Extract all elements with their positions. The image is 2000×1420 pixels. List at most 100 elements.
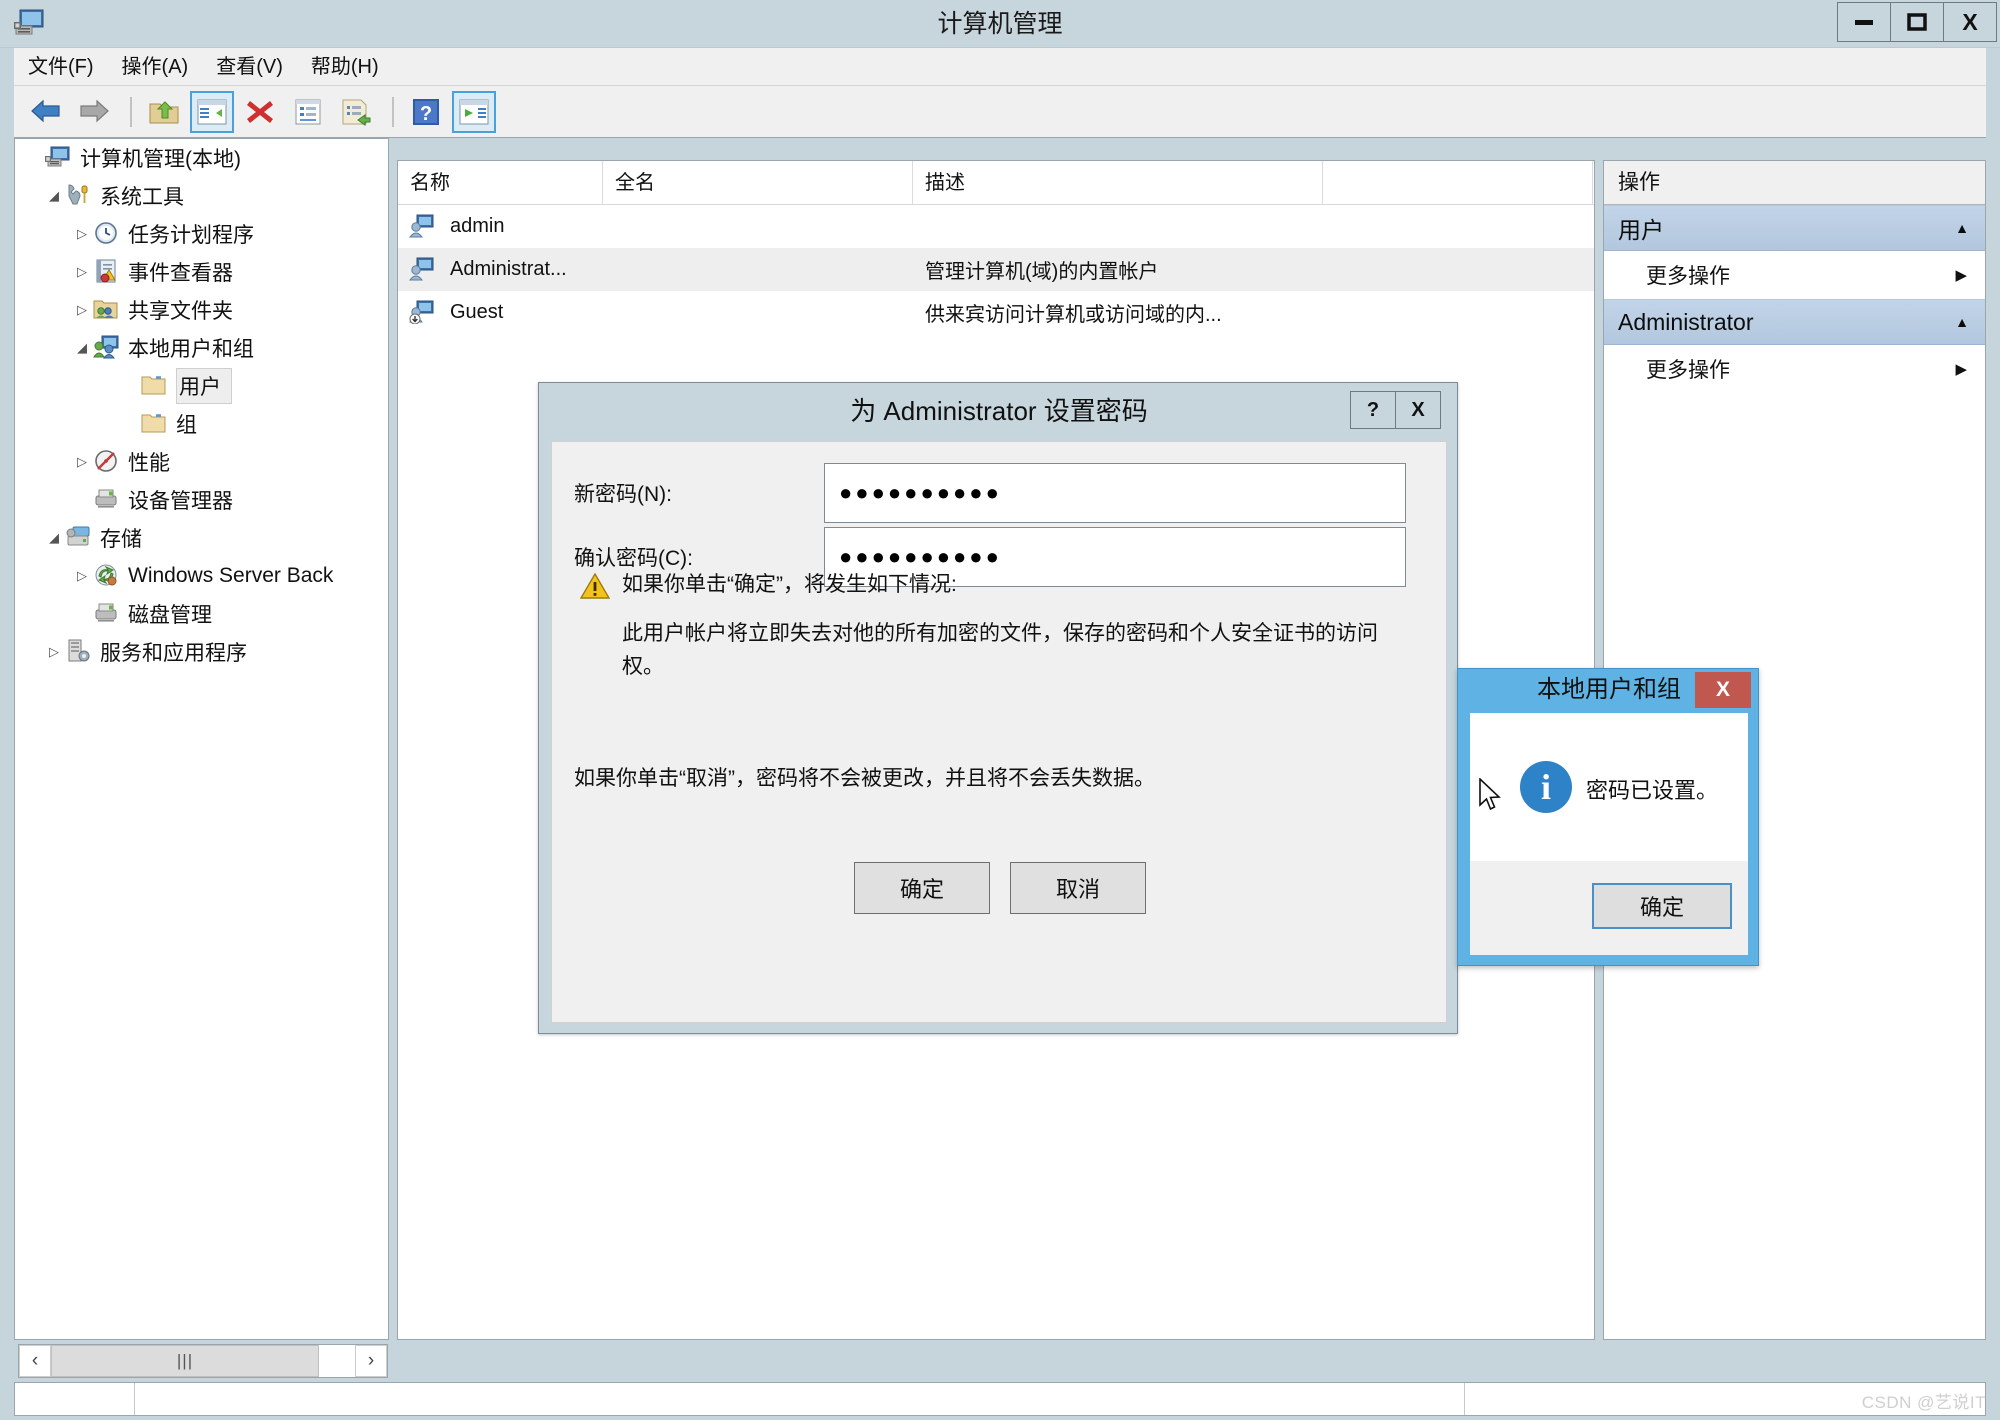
menu-file[interactable]: 文件(F): [14, 48, 108, 86]
tree-horizontal-scrollbar[interactable]: ‹ ||| ›: [18, 1344, 388, 1378]
tree-item-12[interactable]: 磁盘管理: [15, 595, 388, 633]
dialog-cancel-button[interactable]: 取消: [1010, 862, 1146, 914]
column-header-3[interactable]: [1323, 161, 1593, 205]
tree-item-label: 设备管理器: [128, 490, 233, 513]
column-header-0[interactable]: 名称: [398, 161, 603, 205]
table-row[interactable]: admin: [398, 205, 1594, 248]
action-item-more-actions[interactable]: 更多操作 ▶: [1604, 345, 1985, 393]
delete-icon[interactable]: [238, 91, 282, 133]
disk-management-icon: [93, 601, 121, 627]
set-password-dialog: 为 Administrator 设置密码 ? X 新密码(N): ●●●●●●●…: [538, 382, 1458, 1034]
tree-item-label: 计算机管理(本地): [80, 148, 241, 171]
table-row[interactable]: Administrat... 管理计算机(域)的内置帐户: [398, 248, 1594, 291]
expander-collapsed-icon[interactable]: ▷: [71, 264, 93, 280]
toolbar: ?: [14, 86, 1986, 138]
warning-triangle-icon: [579, 572, 611, 600]
message-box-ok-button[interactable]: 确定: [1592, 883, 1732, 929]
scroll-right-button[interactable]: ›: [355, 1345, 387, 1377]
expander-collapsed-icon[interactable]: ▷: [71, 568, 93, 584]
table-row[interactable]: Guest 供来宾访问计算机或访问域的内...: [398, 291, 1594, 334]
help-icon[interactable]: ?: [404, 91, 448, 133]
up-folder-icon[interactable]: [142, 91, 186, 133]
expander-expanded-icon[interactable]: ◢: [43, 530, 65, 546]
warning-line-3: 如果你单击“取消”，密码将不会被更改，并且将不会丢失数据。: [574, 767, 1155, 790]
tree-item-label: 服务和应用程序: [100, 642, 247, 665]
column-header-2[interactable]: 描述: [913, 161, 1323, 205]
dialog-close-button[interactable]: X: [1395, 391, 1441, 429]
cell-name: admin: [450, 215, 505, 237]
actions-header: 操作: [1604, 161, 1985, 205]
dialog-ok-button[interactable]: 确定: [854, 862, 990, 914]
window-controls: X: [1837, 2, 1997, 42]
menu-help[interactable]: 帮助(H): [297, 48, 393, 86]
tree-item-8[interactable]: ▷ 性能: [15, 443, 388, 481]
tree-item-11[interactable]: ▷ Windows Server Back: [15, 557, 388, 595]
dialog-help-button[interactable]: ?: [1350, 391, 1396, 429]
action-item-more-actions[interactable]: 更多操作 ▶: [1604, 251, 1985, 299]
message-box-close-button[interactable]: X: [1695, 672, 1751, 708]
expander-collapsed-icon[interactable]: ▷: [71, 454, 93, 470]
menu-view[interactable]: 查看(V): [202, 48, 297, 86]
tree-item-label: 共享文件夹: [128, 300, 233, 323]
performance-icon: [93, 449, 121, 475]
cell-name: Guest: [450, 301, 504, 323]
tree-item-10[interactable]: ◢ 存储: [15, 519, 388, 557]
chevron-up-icon[interactable]: ▲: [1955, 220, 1969, 236]
action-item-label: 更多操作: [1646, 265, 1730, 288]
title-bar: 计算机管理 X: [0, 0, 2000, 48]
column-header-1[interactable]: 全名: [603, 161, 913, 205]
message-box-footer: 确定: [1470, 861, 1748, 955]
new-password-input[interactable]: ●●●●●●●●●●: [824, 463, 1406, 523]
storage-icon: [65, 525, 93, 551]
event-viewer-icon: [93, 259, 121, 285]
scroll-thumb[interactable]: |||: [51, 1345, 319, 1377]
tree-item-0[interactable]: 计算机管理(本地): [15, 139, 388, 177]
chevron-up-icon[interactable]: ▲: [1955, 314, 1969, 330]
minimize-button[interactable]: [1837, 2, 1891, 42]
scroll-track[interactable]: [319, 1345, 355, 1377]
show-action-pane-icon[interactable]: [452, 90, 496, 133]
expander-collapsed-icon[interactable]: ▷: [71, 226, 93, 242]
export-list-icon[interactable]: [334, 91, 378, 133]
expander-collapsed-icon[interactable]: ▷: [71, 302, 93, 318]
status-segment-2: [135, 1383, 1465, 1415]
menu-action[interactable]: 操作(A): [108, 48, 203, 86]
expander-collapsed-icon[interactable]: ▷: [43, 644, 65, 660]
tree-item-label: 磁盘管理: [128, 604, 212, 627]
tree-item-label: 系统工具: [100, 186, 184, 209]
close-button[interactable]: X: [1943, 2, 1997, 42]
properties-icon[interactable]: [286, 91, 330, 133]
tree-item-9[interactable]: 设备管理器: [15, 481, 388, 519]
menu-bar: 文件(F) 操作(A) 查看(V) 帮助(H): [14, 48, 1986, 86]
tree-item-4[interactable]: ▷ 共享文件夹: [15, 291, 388, 329]
action-group-header-0[interactable]: 用户 ▲: [1604, 205, 1985, 251]
tree-item-2[interactable]: ▷ 任务计划程序: [15, 215, 388, 253]
warning-line-1: 如果你单击“确定”，将发生如下情况:: [622, 573, 957, 596]
action-group-header-1[interactable]: Administrator ▲: [1604, 299, 1985, 345]
tree-item-1[interactable]: ◢ 系统工具: [15, 177, 388, 215]
tree-item-13[interactable]: ▷ 服务和应用程序: [15, 633, 388, 671]
computer-management-window: 计算机管理 X 文件(F) 操作(A) 查看(V) 帮助(H) ? 计算机管理(…: [0, 0, 2000, 1420]
scroll-left-button[interactable]: ‹: [19, 1345, 51, 1377]
tree-item-label: 存储: [100, 528, 142, 551]
tree-item-6[interactable]: 用户: [15, 367, 388, 405]
chevron-right-icon: ▶: [1955, 267, 1967, 284]
maximize-button[interactable]: [1890, 2, 1944, 42]
cell-name: Administrat...: [450, 258, 567, 280]
expander-expanded-icon[interactable]: ◢: [71, 340, 93, 356]
user-icon: [408, 214, 434, 240]
device-manager-icon: [93, 487, 121, 513]
system-tools-icon: [65, 183, 93, 209]
tree-item-7[interactable]: 组: [15, 405, 388, 443]
dialog-title-bar: 为 Administrator 设置密码 ? X: [539, 383, 1457, 439]
console-tree-panel[interactable]: 计算机管理(本地) ◢ 系统工具 ▷ 任务计划程序 ▷ 事件查看器 ▷ 共享文件夹 ◢ 本地用户和组…: [14, 138, 389, 1340]
user-icon: [408, 257, 434, 283]
tree-item-5[interactable]: ◢ 本地用户和组: [15, 329, 388, 367]
list-header[interactable]: 名称 全名 描述: [398, 161, 1594, 205]
show-console-tree-icon[interactable]: [190, 90, 234, 133]
back-icon[interactable]: [24, 91, 68, 133]
toolbar-separator-2: [392, 96, 394, 127]
tree-item-3[interactable]: ▷ 事件查看器: [15, 253, 388, 291]
expander-expanded-icon[interactable]: ◢: [43, 188, 65, 204]
forward-icon[interactable]: [72, 91, 116, 133]
